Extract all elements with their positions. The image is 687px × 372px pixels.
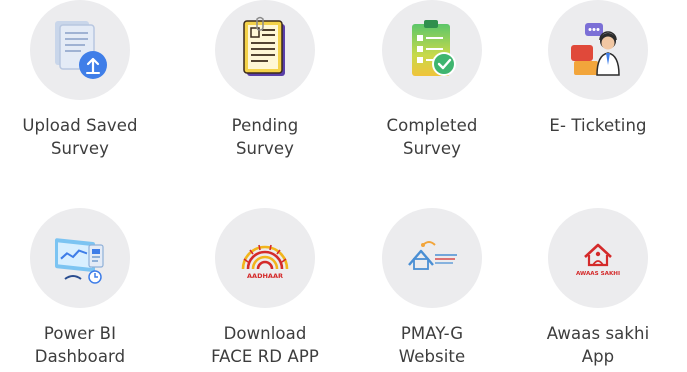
e-ticketing-tile[interactable]: E- Ticketing <box>518 0 678 137</box>
support-agent-icon <box>563 15 633 85</box>
pmay-g-logo-icon <box>397 223 467 293</box>
completed-survey-tile[interactable]: Completed Survey <box>352 0 512 160</box>
awaas-sakhi-app-tile[interactable]: AWAAS SAKHI Awaas sakhi App <box>518 208 678 368</box>
upload-saved-survey-icon-circle <box>30 0 130 100</box>
completed-clipboard-icon <box>397 15 467 85</box>
awaas-sakhi-app-icon-circle: AWAAS SAKHI <box>548 208 648 308</box>
dashboard-icon <box>45 223 115 293</box>
pending-survey-label: Pending Survey <box>231 116 299 158</box>
upload-saved-survey-label: Upload Saved Survey <box>22 116 138 158</box>
power-bi-dashboard-icon-circle <box>30 208 130 308</box>
power-bi-dashboard-label: Power BI Dashboard <box>34 324 126 366</box>
pmay-g-website-tile[interactable]: PMAY-G Website <box>352 208 512 368</box>
pmay-g-website-label: PMAY-G Website <box>398 324 466 366</box>
completed-survey-label: Completed Survey <box>386 116 478 158</box>
awaas-sakhi-logo-icon: AWAAS SAKHI <box>563 223 633 293</box>
download-face-rd-app-tile[interactable]: AADHAAR Download FACE RD APP <box>185 208 345 368</box>
upload-document-icon <box>45 15 115 85</box>
upload-saved-survey-tile[interactable]: Upload Saved Survey <box>0 0 160 160</box>
e-ticketing-label: E- Ticketing <box>549 116 647 135</box>
aadhaar-logo-icon: AADHAAR <box>230 223 300 293</box>
pending-clipboard-icon <box>230 15 300 85</box>
svg-text:AWAAS SAKHI: AWAAS SAKHI <box>576 271 620 277</box>
download-face-rd-app-icon-circle: AADHAAR <box>215 208 315 308</box>
pmay-g-website-icon-circle <box>382 208 482 308</box>
completed-survey-icon-circle <box>382 0 482 100</box>
svg-text:AADHAAR: AADHAAR <box>247 272 283 280</box>
download-face-rd-app-label: Download FACE RD APP <box>211 324 319 366</box>
awaas-sakhi-app-label: Awaas sakhi App <box>546 324 650 366</box>
e-ticketing-icon-circle <box>548 0 648 100</box>
power-bi-dashboard-tile[interactable]: Power BI Dashboard <box>0 208 160 368</box>
pending-survey-tile[interactable]: Pending Survey <box>185 0 345 160</box>
pending-survey-icon-circle <box>215 0 315 100</box>
